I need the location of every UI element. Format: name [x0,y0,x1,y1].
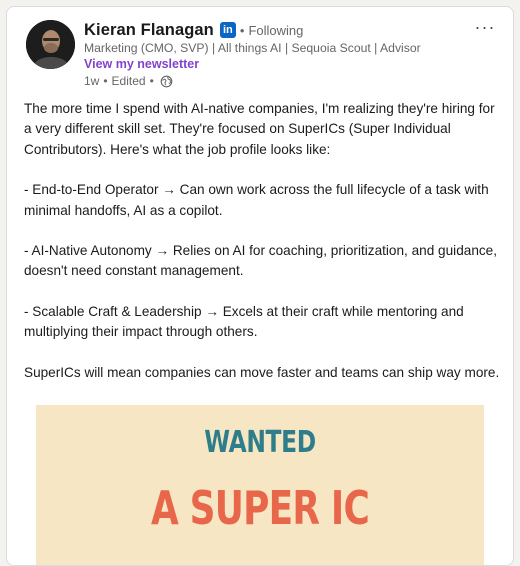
post-paragraph: The more time I spend with AI-native com… [24,101,495,157]
image-text-wanted: WANTED [204,425,316,460]
post-paragraph: - End-to-End Operator → Can own work acr… [24,182,489,218]
post-paragraph: - AI-Native Autonomy → Relies on AI for … [24,243,498,279]
linkedin-premium-icon: in [219,22,236,38]
globe-icon [160,75,173,87]
author-avatar[interactable] [26,20,75,69]
newsletter-link[interactable]: View my newsletter [84,57,199,71]
avatar-image [26,20,75,69]
more-options-button[interactable]: ··· [473,17,497,37]
author-headline: Marketing (CMO, SVP) | All things AI | S… [84,41,421,55]
post-paragraph: SuperICs will mean companies can move fa… [24,364,500,380]
post-image[interactable]: WANTED A SUPER IC [36,405,484,565]
follow-status: Following [248,22,304,38]
post-card: Kieran Flanagan in • Following Marketing… [6,6,514,566]
separator-dot: • [149,74,154,88]
post-text: The more time I spend with AI-native com… [24,99,502,383]
edited-label: Edited [111,74,146,88]
author-name[interactable]: Kieran Flanagan [84,21,214,40]
author-name-row: Kieran Flanagan in • Following [84,19,303,41]
post-meta: 1w • Edited • [84,74,173,88]
image-text-super-ic: A SUPER IC [150,481,370,535]
separator-dot: • [239,22,245,38]
post-paragraph: - Scalable Craft & Leadership → Excels a… [24,303,464,340]
separator-dot: • [103,74,108,88]
post-time: 1w [84,74,100,88]
more-icon: ··· [474,17,496,37]
